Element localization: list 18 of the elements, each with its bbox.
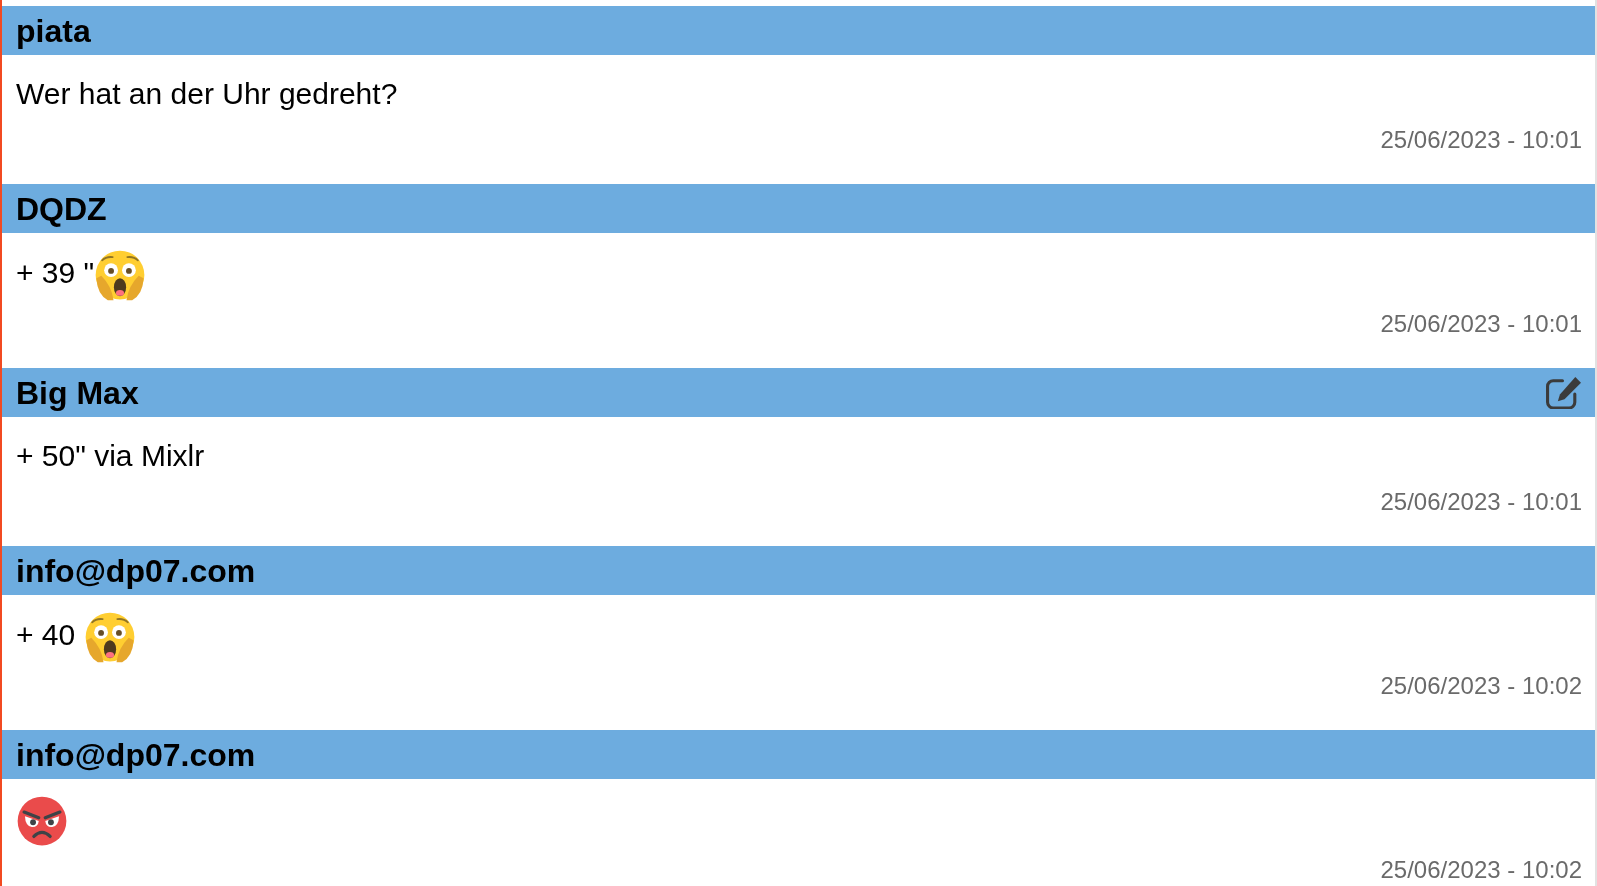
screaming-face-icon <box>94 249 147 301</box>
message-text: + 39 " <box>16 255 95 289</box>
message-text: + 50" via Mixlr <box>16 439 205 472</box>
message-timestamp: 25/06/2023 - 10:01 <box>1380 125 1582 155</box>
edit-icon[interactable] <box>1545 376 1582 409</box>
message-text: Wer hat an der Uhr gedreht? <box>16 77 398 110</box>
screaming-face-icon <box>83 611 136 663</box>
author-name: DQDZ <box>16 189 107 228</box>
author-name: Big Max <box>16 373 139 412</box>
message-text: + 40 <box>16 617 77 651</box>
author-name: info@dp07.com <box>16 551 256 590</box>
message-timestamp: 25/06/2023 - 10:02 <box>1380 671 1582 701</box>
angry-face-icon <box>16 795 68 847</box>
author-name: piata <box>16 11 91 50</box>
message-timestamp: 25/06/2023 - 10:01 <box>1380 487 1582 517</box>
author-name: info@dp07.com <box>16 735 256 774</box>
message-timestamp: 25/06/2023 - 10:02 <box>1380 855 1582 885</box>
message-timestamp: 25/06/2023 - 10:01 <box>1380 309 1582 339</box>
